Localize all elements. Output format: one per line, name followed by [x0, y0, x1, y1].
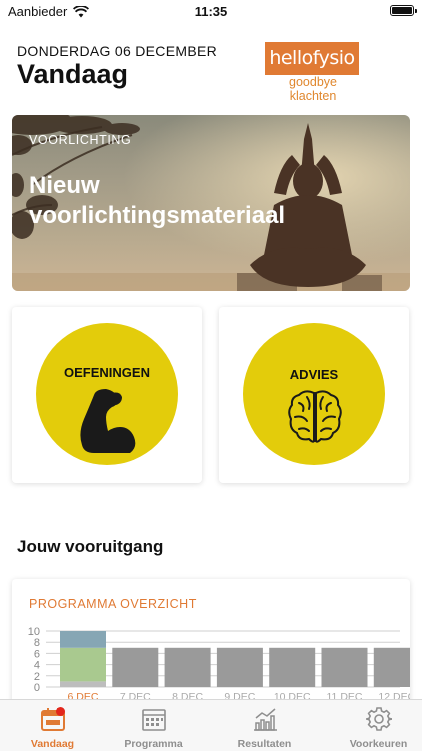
- tile-oefeningen[interactable]: OEFENINGEN: [12, 307, 202, 483]
- tab-label: Voorkeuren: [349, 738, 408, 750]
- schedule-icon: [142, 709, 166, 731]
- tab-resultaten[interactable]: Resultaten: [212, 700, 317, 751]
- clock: 11:35: [194, 4, 228, 19]
- hero-card-voorlichting[interactable]: VOORLICHTING Nieuw voorlichtingsmateriaa…: [12, 115, 410, 291]
- current-date: DONDERDAG 06 DECEMBER: [17, 43, 218, 59]
- tile-label: ADVIES: [289, 367, 339, 382]
- flexed-arm-icon: [80, 389, 136, 453]
- brain-icon: [288, 390, 342, 443]
- logo-tagline: goodbye klachten: [289, 75, 337, 103]
- logo-wordmark: hellofysio: [265, 42, 359, 75]
- bar-segment: [373, 647, 410, 687]
- status-bar: Aanbieder 11:35: [0, 0, 422, 22]
- tab-bar: Vandaag Programma Resultaten Voorkeuren: [0, 699, 422, 751]
- bar-segment: [112, 647, 159, 687]
- tab-label: Programma: [124, 738, 183, 750]
- tab-label: Resultaten: [237, 738, 292, 750]
- bar-segment: [216, 647, 263, 687]
- battery-icon: [390, 5, 417, 16]
- tab-label: Vandaag: [30, 738, 75, 750]
- gear-icon: [366, 707, 392, 731]
- hero-headline: Nieuw voorlichtingsmateriaal: [29, 172, 286, 229]
- tab-vandaag[interactable]: Vandaag: [0, 700, 105, 751]
- hero-kicker: VOORLICHTING: [29, 133, 132, 147]
- notification-badge: [56, 707, 65, 716]
- progress-section-title: Jouw vooruitgang: [17, 537, 164, 556]
- tile-advies[interactable]: ADVIES: [219, 307, 409, 483]
- y-tick-label: 4: [34, 660, 40, 672]
- bar-segment: [60, 647, 106, 682]
- brand-logo: hellofysio goodbye klachten: [265, 42, 361, 103]
- chart-icon: [254, 708, 277, 731]
- bar-segment: [321, 647, 368, 687]
- tab-programma[interactable]: Programma: [101, 700, 206, 751]
- y-tick-label: 10: [28, 626, 40, 638]
- bar-segment: [60, 631, 106, 648]
- bar-segment: [164, 647, 211, 687]
- tile-label: OEFENINGEN: [64, 365, 150, 380]
- page-title: Vandaag: [17, 59, 129, 89]
- tab-voorkeuren[interactable]: Voorkeuren: [326, 700, 422, 751]
- y-tick-label: 6: [34, 648, 40, 660]
- y-tick-label: 8: [34, 637, 40, 649]
- bar-segment: [269, 647, 316, 687]
- y-tick-label: 0: [34, 682, 40, 694]
- bar-segment: [60, 681, 106, 687]
- y-tick-label: 2: [34, 671, 40, 683]
